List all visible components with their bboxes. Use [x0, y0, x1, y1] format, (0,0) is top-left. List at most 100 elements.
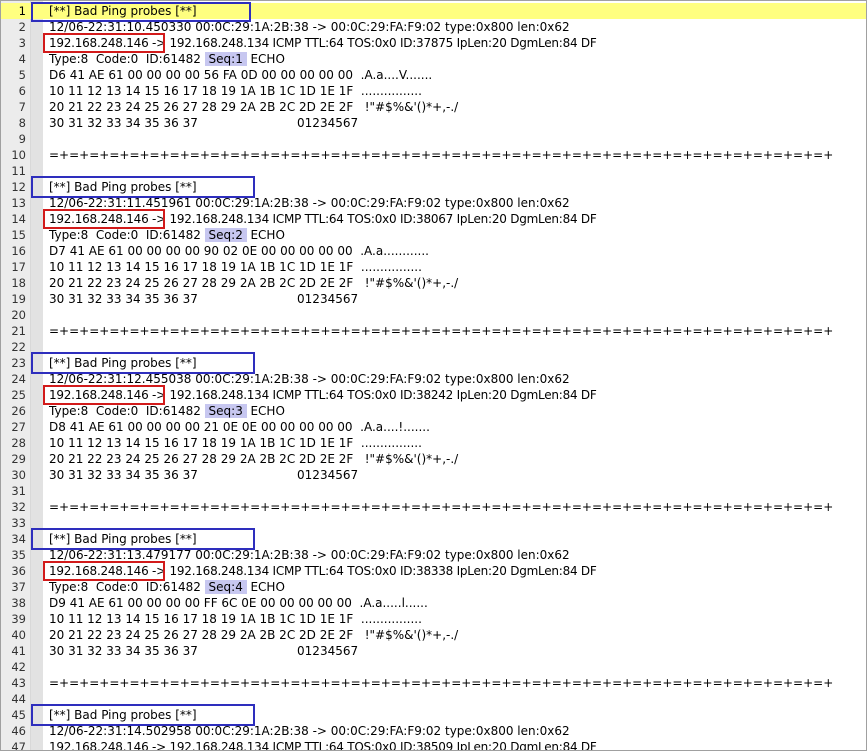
line-text: =+=+=+=+=+=+=+=+=+=+=+=+=+=+=+=+=+=+=+=+… [49, 148, 834, 162]
line-number: 31 [11, 484, 26, 498]
editor-line[interactable]: 27 D8 41 AE 61 00 00 00 00 21 0E 0E 00 00… [1, 419, 866, 435]
line-number: 6 [18, 84, 26, 98]
line-text: =+=+=+=+=+=+=+=+=+=+=+=+=+=+=+=+=+=+=+=+… [49, 676, 834, 690]
line-number: 3 [18, 36, 26, 50]
editor-line[interactable]: 29 20 21 22 23 24 25 26 27 28 29 2A 2B 2C… [1, 451, 866, 467]
line-number: 30 [11, 468, 26, 482]
editor-line[interactable]: 34 [**] Bad Ping probes [**] [1, 531, 866, 547]
editor-line[interactable]: 3 192.168.248.146 -> 192.168.248.134 ICMP… [1, 35, 866, 51]
editor-line[interactable]: 18 20 21 22 23 24 25 26 27 28 29 2A 2B 2C… [1, 275, 866, 291]
editor-line[interactable]: 39 10 11 12 13 14 15 16 17 18 19 1A 1B 1C… [1, 611, 866, 627]
editor-line[interactable]: 17 10 11 12 13 14 15 16 17 18 19 1A 1B 1C… [1, 259, 866, 275]
line-number: 36 [11, 564, 26, 578]
seq-highlight: Seq:4 [204, 580, 247, 594]
editor-line[interactable]: 28 10 11 12 13 14 15 16 17 18 19 1A 1B 1C… [1, 435, 866, 451]
editor-line[interactable]: 26 Type:8 Code:0 ID:61482 Seq:3 ECHO [1, 403, 866, 419]
editor-line[interactable]: 12 [**] Bad Ping probes [**] [1, 179, 866, 195]
line-number: 9 [18, 132, 26, 146]
line-number: 18 [11, 276, 26, 290]
editor-line[interactable]: 45 [**] Bad Ping probes [**] [1, 707, 866, 723]
editor-line[interactable]: 1 [**] Bad Ping probes [**] [1, 3, 866, 19]
line-text: [**] Bad Ping probes [**] [49, 356, 197, 370]
editor-line[interactable]: 44 [1, 691, 866, 707]
line-number: 15 [11, 228, 26, 242]
line-text: 12/06-22:31:14.502958 00:0C:29:1A:2B:38 … [49, 724, 570, 738]
editor-line[interactable]: 25 192.168.248.146 -> 192.168.248.134 ICM… [1, 387, 866, 403]
editor-line[interactable]: 36 192.168.248.146 -> 192.168.248.134 ICM… [1, 563, 866, 579]
line-number: 32 [11, 500, 26, 514]
line-text: 12/06-22:31:13.479177 00:0C:29:1A:2B:38 … [49, 548, 570, 562]
line-number: 13 [11, 196, 26, 210]
editor-line[interactable]: 40 20 21 22 23 24 25 26 27 28 29 2A 2B 2C… [1, 627, 866, 643]
editor-line[interactable]: 6 10 11 12 13 14 15 16 17 18 19 1A 1B 1C … [1, 83, 866, 99]
editor-line[interactable]: 10 =+=+=+=+=+=+=+=+=+=+=+=+=+=+=+=+=+=+=+… [1, 147, 866, 163]
editor-line[interactable]: 33 [1, 515, 866, 531]
line-text: 192.168.248.146 -> 192.168.248.134 ICMP … [49, 388, 597, 402]
editor-line[interactable]: 32 =+=+=+=+=+=+=+=+=+=+=+=+=+=+=+=+=+=+=+… [1, 499, 866, 515]
line-text: D9 41 AE 61 00 00 00 00 FF 6C 0E 00 00 0… [49, 596, 428, 610]
editor-line[interactable]: 8 30 31 32 33 34 35 36 37 01234567 [1, 115, 866, 131]
editor-line[interactable]: 15 Type:8 Code:0 ID:61482 Seq:2 ECHO [1, 227, 866, 243]
line-number: 24 [11, 372, 26, 386]
editor-line[interactable]: 47 192.168.248.146 -> 192.168.248.134 ICM… [1, 739, 866, 751]
editor-line[interactable]: 42 [1, 659, 866, 675]
editor-line[interactable]: 38 D9 41 AE 61 00 00 00 00 FF 6C 0E 00 00… [1, 595, 866, 611]
line-number: 27 [11, 420, 26, 434]
editor-line[interactable]: 14 192.168.248.146 -> 192.168.248.134 ICM… [1, 211, 866, 227]
line-text: 10 11 12 13 14 15 16 17 18 19 1A 1B 1C 1… [49, 84, 422, 98]
editor-line[interactable]: 24 12/06-22:31:12.455038 00:0C:29:1A:2B:3… [1, 371, 866, 387]
line-number: 37 [11, 580, 26, 594]
editor-line[interactable]: 20 [1, 307, 866, 323]
line-number: 4 [18, 52, 26, 66]
line-number: 28 [11, 436, 26, 450]
line-number: 34 [11, 532, 26, 546]
editor-line[interactable]: 21 =+=+=+=+=+=+=+=+=+=+=+=+=+=+=+=+=+=+=+… [1, 323, 866, 339]
editor-line[interactable]: 31 [1, 483, 866, 499]
line-text: Type:8 Code:0 ID:61482 Seq:1 ECHO [49, 52, 285, 66]
line-number: 41 [11, 644, 26, 658]
editor-line[interactable]: 7 20 21 22 23 24 25 26 27 28 29 2A 2B 2C … [1, 99, 866, 115]
line-number: 47 [11, 740, 26, 751]
editor-line[interactable]: 22 [1, 339, 866, 355]
text-editor[interactable]: 1 [**] Bad Ping probes [**] 2 12/06-22:31:1… [0, 0, 867, 751]
line-number: 46 [11, 724, 26, 738]
editor-line[interactable]: 35 12/06-22:31:13.479177 00:0C:29:1A:2B:3… [1, 547, 866, 563]
line-text: 30 31 32 33 34 35 36 37 01234567 [49, 468, 359, 482]
line-text: 192.168.248.146 -> 192.168.248.134 ICMP … [49, 212, 597, 226]
line-text: D7 41 AE 61 00 00 00 00 90 02 0E 00 00 0… [49, 244, 429, 258]
line-text: 20 21 22 23 24 25 26 27 28 29 2A 2B 2C 2… [49, 276, 459, 290]
line-text: D8 41 AE 61 00 00 00 00 21 0E 0E 00 00 0… [49, 420, 430, 434]
line-number: 29 [11, 452, 26, 466]
line-number: 7 [18, 100, 26, 114]
editor-line[interactable]: 9 [1, 131, 866, 147]
line-text: Type:8 Code:0 ID:61482 Seq:3 ECHO [49, 404, 285, 418]
editor-line[interactable]: 23 [**] Bad Ping probes [**] [1, 355, 866, 371]
line-number: 2 [18, 20, 26, 34]
seq-highlight: Seq:1 [204, 52, 247, 66]
editor-line[interactable]: 11 [1, 163, 866, 179]
line-number: 12 [11, 180, 26, 194]
editor-line[interactable]: 41 30 31 32 33 34 35 36 37 01234567 [1, 643, 866, 659]
editor-line[interactable]: 13 12/06-22:31:11.451961 00:0C:29:1A:2B:3… [1, 195, 866, 211]
line-text: 30 31 32 33 34 35 36 37 01234567 [49, 644, 359, 658]
line-number: 22 [11, 340, 26, 354]
editor-line[interactable]: 30 30 31 32 33 34 35 36 37 01234567 [1, 467, 866, 483]
editor-line[interactable]: 5 D6 41 AE 61 00 00 00 00 56 FA 0D 00 00 … [1, 67, 866, 83]
editor-line[interactable]: 2 12/06-22:31:10.450330 00:0C:29:1A:2B:38… [1, 19, 866, 35]
line-text: [**] Bad Ping probes [**] [49, 4, 197, 18]
line-text: 20 21 22 23 24 25 26 27 28 29 2A 2B 2C 2… [49, 628, 459, 642]
line-number: 16 [11, 244, 26, 258]
line-text: [**] Bad Ping probes [**] [49, 708, 197, 722]
editor-line[interactable]: 43 =+=+=+=+=+=+=+=+=+=+=+=+=+=+=+=+=+=+=+… [1, 675, 866, 691]
line-text: 30 31 32 33 34 35 36 37 01234567 [49, 292, 359, 306]
line-text: 20 21 22 23 24 25 26 27 28 29 2A 2B 2C 2… [49, 452, 459, 466]
editor-line[interactable]: 16 D7 41 AE 61 00 00 00 00 90 02 0E 00 00… [1, 243, 866, 259]
line-number: 11 [11, 164, 26, 178]
editor-line[interactable]: 46 12/06-22:31:14.502958 00:0C:29:1A:2B:3… [1, 723, 866, 739]
editor-line[interactable]: 37 Type:8 Code:0 ID:61482 Seq:4 ECHO [1, 579, 866, 595]
editor-line[interactable]: 4 Type:8 Code:0 ID:61482 Seq:1 ECHO [1, 51, 866, 67]
line-text: 12/06-22:31:11.451961 00:0C:29:1A:2B:38 … [49, 196, 570, 210]
line-number: 40 [11, 628, 26, 642]
line-text: 10 11 12 13 14 15 16 17 18 19 1A 1B 1C 1… [49, 260, 422, 274]
editor-line[interactable]: 19 30 31 32 33 34 35 36 37 01234567 [1, 291, 866, 307]
